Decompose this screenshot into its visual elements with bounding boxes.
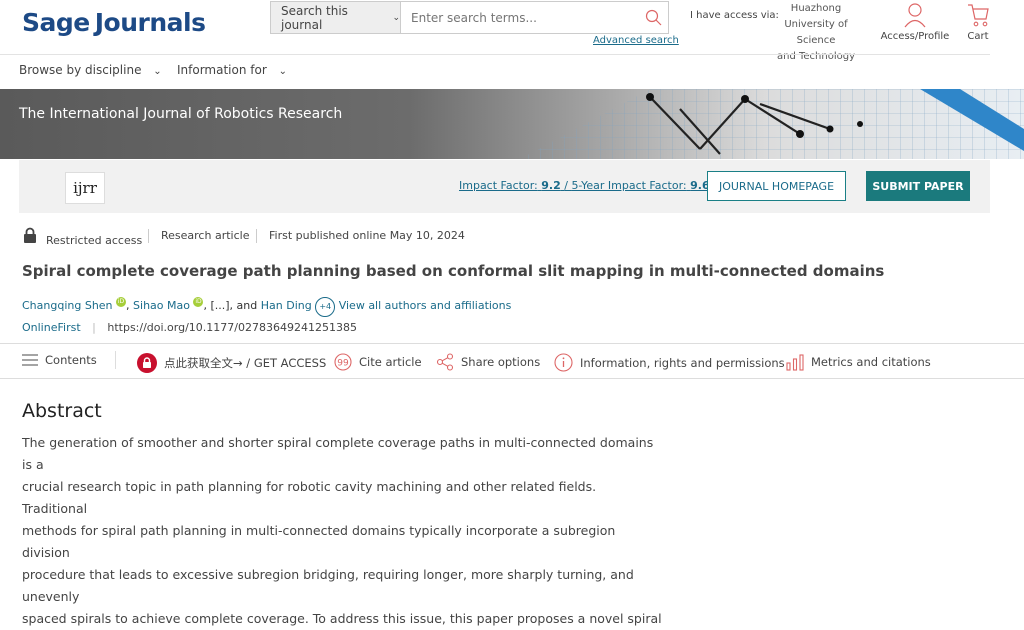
author-link[interactable]: Sihao Mao <box>133 299 190 312</box>
doi-line: OnlineFirst | https://doi.org/10.1177/02… <box>22 321 357 334</box>
impact-factor-link[interactable]: Impact Factor: 9.2 / 5-Year Impact Facto… <box>459 179 710 192</box>
author-link[interactable]: Han Ding <box>261 299 312 312</box>
browse-label: Browse by discipline <box>19 63 142 77</box>
bar-chart-icon <box>786 354 804 371</box>
info-icon <box>554 353 573 372</box>
chevron-down-icon: ⌄ <box>392 12 400 23</box>
abstract-line: spaced spirals to achieve complete cover… <box>22 611 662 626</box>
share-label: Share options <box>461 355 541 369</box>
search-scope-label: Search this journal <box>281 3 348 32</box>
info-rights-button[interactable]: Information, rights and permissions <box>554 353 785 372</box>
doi-link[interactable]: https://doi.org/10.1177/0278364924125138… <box>107 321 357 334</box>
cart-icon <box>968 4 989 27</box>
svg-text:99: 99 <box>337 359 349 369</box>
info-label: Information, rights and permissions <box>580 355 785 370</box>
impact-factor-value: 9.2 <box>541 179 561 192</box>
toolbar-divider <box>0 378 1024 379</box>
search-scope-select[interactable]: Search this journal ⌄ <box>271 2 401 33</box>
cite-label: Cite article <box>359 355 422 369</box>
user-icon <box>904 3 926 28</box>
divider <box>115 351 116 369</box>
institution-line: University of Science <box>784 19 848 46</box>
abstract-heading: Abstract <box>22 400 102 422</box>
information-for-menu[interactable]: Information for ⌄ <box>177 63 287 77</box>
chevron-down-icon: ⌄ <box>278 66 287 77</box>
logo-sage: Sage <box>22 8 90 37</box>
information-for-label: Information for <box>177 63 267 77</box>
onlinefirst-link[interactable]: OnlineFirst <box>22 321 81 334</box>
divider <box>148 229 149 243</box>
browse-by-discipline-menu[interactable]: Browse by discipline ⌄ <box>19 63 162 77</box>
toolbar-divider <box>0 343 1024 344</box>
abstract-line: methods for spiral path planning in mult… <box>22 523 616 560</box>
list-icon <box>22 354 38 366</box>
contents-label: Contents <box>45 353 97 367</box>
impact-factor-label: Impact Factor: <box>459 179 538 192</box>
lock-icon <box>24 227 36 243</box>
more-authors-badge[interactable]: +4 <box>315 297 336 317</box>
five-year-label: 5-Year Impact Factor: <box>571 179 687 192</box>
institution-line: and Technology <box>776 51 855 62</box>
author-list: Changqing Shen iD, Sihao Mao iD, [...], … <box>22 297 511 317</box>
contents-button[interactable]: Contents <box>22 353 97 367</box>
metrics-button[interactable]: Metrics and citations <box>786 353 931 371</box>
abstract-line: The generation of smoother and shorter s… <box>22 435 654 472</box>
access-profile-button[interactable]: Access/Profile <box>880 2 950 42</box>
submit-paper-button[interactable]: SUBMIT PAPER <box>866 171 970 201</box>
header-divider <box>0 54 990 55</box>
search-button[interactable] <box>638 2 668 33</box>
abstract-line: procedure that leads to excessive subreg… <box>22 567 634 604</box>
get-access-button[interactable]: 点此获取全文→ / GET ACCESS <box>137 353 326 373</box>
quote-icon: 99 <box>334 353 352 371</box>
share-options-button[interactable]: Share options <box>436 353 540 371</box>
orcid-icon[interactable]: iD <box>193 297 204 307</box>
orcid-icon[interactable]: iD <box>116 297 127 307</box>
institution-name[interactable]: Huazhong University of Science and Techn… <box>768 1 864 65</box>
institution-line: Huazhong <box>790 3 842 14</box>
access-profile-label: Access/Profile <box>880 31 950 42</box>
authors-ellipsis: [...], and <box>210 299 258 312</box>
access-via-label: I have access via: <box>690 10 779 21</box>
lock-icon <box>137 353 157 373</box>
journal-banner: The International Journal of Robotics Re… <box>0 89 1024 159</box>
logo-journals: Journals <box>94 8 206 37</box>
search-input[interactable] <box>401 2 638 33</box>
journal-logo[interactable]: ijrr <box>65 172 105 204</box>
sage-journals-logo[interactable]: Sage Journals <box>22 8 206 37</box>
author-link[interactable]: Changqing Shen <box>22 299 113 312</box>
article-title: Spiral complete coverage path planning b… <box>22 262 885 280</box>
abstract-text: The generation of smoother and shorter s… <box>22 432 662 630</box>
share-icon <box>436 353 454 371</box>
divider <box>256 229 257 243</box>
metrics-label: Metrics and citations <box>811 355 931 369</box>
abstract-line: crucial research topic in path planning … <box>22 479 597 516</box>
journal-title[interactable]: The International Journal of Robotics Re… <box>19 106 342 122</box>
cite-article-button[interactable]: 99 Cite article <box>334 353 422 371</box>
publish-date: First published online May 10, 2024 <box>269 229 465 242</box>
journal-info-bar: ijrr Impact Factor: 9.2 / 5-Year Impact … <box>19 160 990 213</box>
restricted-access-label: Restricted access <box>46 234 143 247</box>
search-icon <box>645 9 661 26</box>
access-status: Restricted access <box>22 227 142 247</box>
cart-button[interactable]: Cart <box>962 2 994 42</box>
chevron-down-icon: ⌄ <box>153 66 162 77</box>
advanced-search-link[interactable]: Advanced search <box>593 35 679 46</box>
cart-label: Cart <box>967 31 989 42</box>
search-bar: Search this journal ⌄ <box>270 1 669 34</box>
article-type: Research article <box>161 229 250 242</box>
view-all-authors-link[interactable]: View all authors and affiliations <box>339 299 512 312</box>
banner-graphic <box>520 89 1024 159</box>
get-access-label: 点此获取全文→ / GET ACCESS <box>164 356 327 370</box>
journal-homepage-button[interactable]: JOURNAL HOMEPAGE <box>707 171 846 201</box>
